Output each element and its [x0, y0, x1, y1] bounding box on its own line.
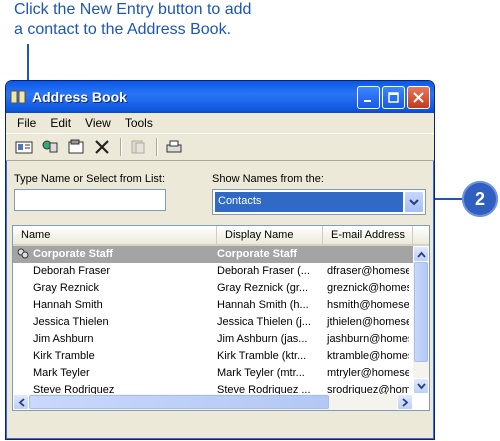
callout-line-2: a contact to the Address Book.: [14, 21, 232, 38]
new-group-button[interactable]: [126, 136, 150, 158]
minimize-icon: [364, 99, 371, 102]
maximize-icon: [388, 91, 399, 103]
new-entry-icon: [15, 141, 33, 154]
contact-row[interactable]: Steve Rodriquez Steve Rodriquez ... srodri…: [13, 382, 413, 394]
column-display-name[interactable]: Display Name: [217, 226, 323, 244]
search-input[interactable]: [14, 189, 166, 211]
scroll-left-button[interactable]: [13, 394, 29, 410]
cell-name: Corporate Staff: [33, 248, 114, 260]
chevron-right-icon: [401, 397, 408, 407]
cell-name: Jessica Thielen: [33, 316, 109, 328]
delete-button[interactable]: [90, 136, 114, 158]
window-title: Address Book: [32, 89, 127, 105]
cell-display-name: Jessica Thielen (j...: [217, 316, 311, 328]
column-email[interactable]: E-mail Address: [323, 226, 413, 244]
title-bar[interactable]: Address Book: [6, 81, 434, 113]
contact-row[interactable]: Jim Ashburn Jim Ashburn (jas... jashburn@h…: [13, 331, 413, 348]
properties-button[interactable]: [64, 136, 88, 158]
contact-row[interactable]: Mark Teyler Mark Teyler (mtr... mtryler@ho…: [13, 365, 413, 382]
chevron-left-icon: [18, 397, 25, 407]
cell-email: mtryler@homese...: [327, 367, 409, 379]
address-book-window: Address Book File Edit View Tools Type N…: [5, 80, 435, 440]
delete-icon: [95, 140, 109, 154]
close-button[interactable]: [407, 85, 430, 109]
chevron-down-icon: [416, 382, 426, 389]
show-names-select[interactable]: Contacts: [212, 189, 426, 215]
find-people-icon: [42, 140, 58, 153]
scroll-up-button[interactable]: [413, 246, 429, 262]
instruction-callout: Click the New Entry button to add a cont…: [14, 0, 251, 40]
search-label: Type Name or Select from List:: [14, 173, 165, 185]
contact-row[interactable]: Hannah Smith Hannah Smith (h... hsmith@hom…: [13, 297, 413, 314]
list-header: Name Display Name E-mail Address: [13, 226, 429, 246]
scroll-down-button[interactable]: [413, 378, 429, 394]
cell-display-name: Gray Reznick (gr...: [217, 282, 309, 294]
cell-name: Deborah Fraser: [33, 265, 111, 277]
print-button[interactable]: [162, 136, 186, 158]
cell-email: hsmith@homese...: [327, 299, 409, 311]
cell-display-name: Steve Rodriquez ...: [217, 384, 311, 394]
contact-row[interactable]: Gray Reznick Gray Reznick (gr... greznick@…: [13, 280, 413, 297]
toolbar-separator: [156, 138, 158, 156]
cell-display-name: Kirk Tramble (ktr...: [217, 350, 307, 362]
step-badge: 2: [462, 181, 498, 217]
new-group-icon: [131, 140, 145, 154]
horizontal-scroll-thumb[interactable]: [29, 395, 329, 409]
minimize-button[interactable]: [357, 85, 380, 109]
cell-email: dfraser@homese...: [327, 265, 409, 277]
contacts-list: Name Display Name E-mail Address Corpora…: [12, 225, 430, 411]
cell-name: Steve Rodriquez: [33, 384, 115, 394]
toolbar-separator: [120, 138, 122, 156]
menu-edit[interactable]: Edit: [43, 116, 78, 130]
properties-icon: [68, 139, 84, 154]
chevron-up-icon: [416, 251, 426, 258]
group-row[interactable]: Corporate Staff Corporate Staff: [13, 246, 413, 263]
vertical-scrollbar[interactable]: [413, 246, 429, 394]
contact-row[interactable]: Jessica Thielen Jessica Thielen (j... jthi…: [13, 314, 413, 331]
cell-display-name: Mark Teyler (mtr...: [217, 367, 305, 379]
cell-display-name: Corporate Staff: [217, 248, 298, 260]
show-names-value: Contacts: [215, 192, 403, 212]
cell-display-name: Hannah Smith (h...: [217, 299, 309, 311]
address-book-icon: [10, 90, 26, 104]
maximize-button[interactable]: [382, 85, 405, 109]
cell-name: Kirk Tramble: [33, 350, 95, 362]
cell-name: Mark Teyler: [33, 367, 90, 379]
cell-email: jthielen@homese...: [327, 316, 409, 328]
cell-name: Hannah Smith: [33, 299, 103, 311]
vertical-scroll-thumb[interactable]: [414, 262, 428, 362]
callout-line-1: Click the New Entry button to add: [14, 1, 252, 18]
scroll-right-button[interactable]: [397, 394, 413, 410]
cell-email: [323, 246, 409, 263]
new-entry-button[interactable]: [12, 136, 36, 158]
dropdown-button[interactable]: [404, 191, 424, 213]
find-people-button[interactable]: [38, 136, 62, 158]
cell-name: Gray Reznick: [33, 282, 100, 294]
list-rows: Corporate Staff Corporate Staff Deborah Fr…: [13, 246, 413, 394]
horizontal-scrollbar[interactable]: [13, 394, 413, 410]
column-name[interactable]: Name: [13, 226, 217, 244]
menu-bar: File Edit View Tools: [6, 113, 434, 133]
chevron-down-icon: [409, 199, 419, 206]
close-icon: [413, 91, 424, 103]
contact-row[interactable]: Deborah Fraser Deborah Fraser (... dfraser…: [13, 263, 413, 280]
menu-view[interactable]: View: [78, 116, 118, 130]
cell-email: srodriquez@hom...: [327, 384, 409, 394]
cell-name: Jim Ashburn: [33, 333, 94, 345]
cell-email: ktramble@homes...: [327, 350, 409, 362]
menu-file[interactable]: File: [10, 116, 43, 130]
group-icon: [17, 248, 29, 259]
cell-display-name: Jim Ashburn (jas...: [217, 333, 308, 345]
print-icon: [166, 140, 182, 153]
cell-email: jashburn@homes...: [327, 333, 409, 345]
show-names-label: Show Names from the:: [212, 173, 324, 185]
toolbar: [6, 133, 434, 161]
cell-email: greznick@homes...: [327, 282, 409, 294]
menu-tools[interactable]: Tools: [118, 116, 160, 130]
cell-display-name: Deborah Fraser (...: [217, 265, 310, 277]
step-pointer-line: [432, 198, 462, 200]
contact-row[interactable]: Kirk Tramble Kirk Tramble (ktr... ktramble…: [13, 348, 413, 365]
